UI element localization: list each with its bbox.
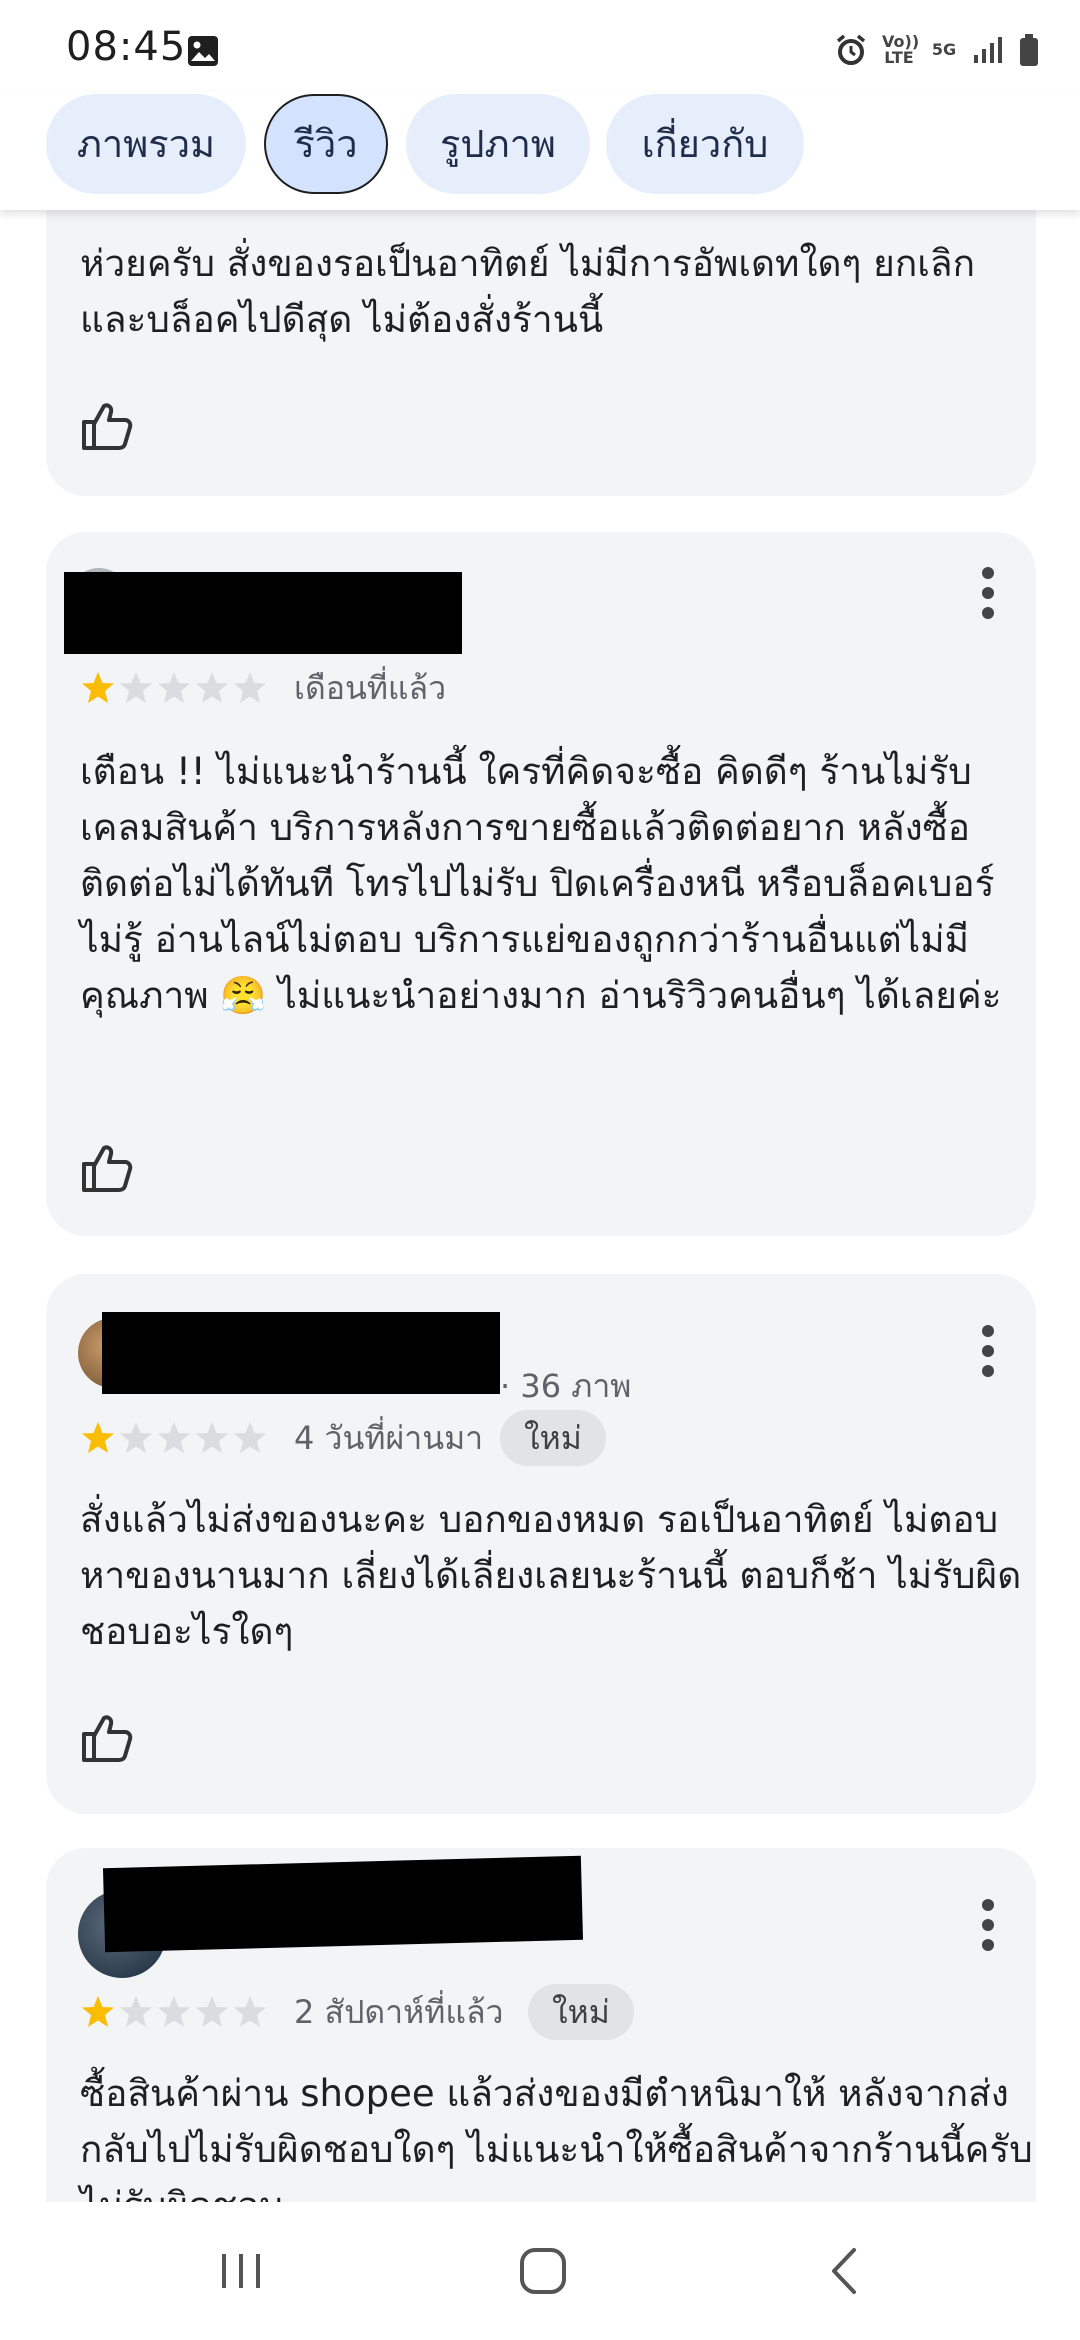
tab-reviews[interactable]: รีวิว: [264, 94, 388, 194]
review-card: ห่วยครับ สั่งของรอเป็นอาทิตย์ ไม่มีการอั…: [46, 210, 1036, 496]
status-bar: 08:45 Vo)) LTE 5G: [0, 0, 1080, 92]
alarm-icon: [836, 34, 866, 65]
review-time: 2 สัปดาห์ที่แล้ว: [294, 1993, 504, 2031]
review-card: · 36 ภาพ 4 วันที่ผ่านมา ใหม่ สั่งแล้วไม่…: [46, 1274, 1036, 1814]
more-options-icon[interactable]: [980, 1324, 996, 1378]
tab-about[interactable]: เกี่ยวกับ: [606, 94, 804, 194]
signal-icon: [974, 37, 1002, 63]
star-empty-icon: [234, 672, 266, 703]
star-filled-icon: [82, 1422, 114, 1453]
redacted-reviewer-name: [102, 1855, 584, 1953]
volte-indicator: Vo)) LTE: [882, 32, 920, 67]
thumbs-up-icon[interactable]: [78, 398, 134, 454]
gallery-notification-icon: [188, 36, 218, 66]
review-text: ซื้อสินค้าผ่าน shopee แล้วส่งของมีตำหนิม…: [80, 2072, 1033, 2202]
review-text: สั่งแล้วไม่ส่งของนะคะ บอกของหมด รอเป็นอา…: [80, 1498, 1022, 1653]
new-badge: ใหม่: [528, 1984, 634, 2040]
system-nav-bar: [0, 2202, 1080, 2340]
back-icon[interactable]: [810, 2236, 880, 2306]
star-empty-icon: [158, 1422, 190, 1453]
star-empty-icon: [234, 1422, 266, 1453]
review-text: ห่วยครับ สั่งของรอเป็นอาทิตย์ ไม่มีการอั…: [80, 242, 975, 341]
status-time: 08:45: [66, 24, 187, 70]
star-empty-icon: [158, 672, 190, 703]
tab-overview[interactable]: ภาพรวม: [46, 94, 246, 194]
reviews-list[interactable]: ห่วยครับ สั่งของรอเป็นอาทิตย์ ไม่มีการอั…: [0, 210, 1080, 2202]
star-filled-icon: [82, 672, 114, 703]
star-empty-icon: [196, 672, 228, 703]
review-text: เตือน !! ไม่แนะนำร้านนี้ ใครที่คิดจะซื้อ…: [80, 750, 1002, 1017]
redacted-reviewer-name: [102, 1312, 500, 1394]
star-rating: [80, 1994, 268, 2034]
star-rating: [80, 670, 268, 710]
star-empty-icon: [234, 1996, 266, 2027]
thumbs-up-icon[interactable]: [78, 1710, 134, 1766]
status-icons: Vo)) LTE 5G: [834, 30, 1040, 70]
star-empty-icon: [120, 1996, 152, 2027]
battery-icon: [1020, 34, 1038, 66]
star-empty-icon: [196, 1422, 228, 1453]
redacted-reviewer-name: [64, 572, 462, 654]
review-time: 4 วันที่ผ่านมา: [294, 1419, 484, 1457]
reviewer-photo-count: · 36 ภาพ: [500, 1367, 632, 1405]
review-time: เดือนที่แล้ว: [294, 669, 447, 707]
star-rating: [80, 1420, 268, 1460]
star-empty-icon: [196, 1996, 228, 2027]
home-icon[interactable]: [508, 2236, 578, 2306]
star-empty-icon: [120, 672, 152, 703]
tab-photos[interactable]: รูปภาพ: [406, 94, 590, 194]
star-empty-icon: [158, 1996, 190, 2027]
thumbs-up-icon[interactable]: [78, 1140, 134, 1196]
star-empty-icon: [120, 1422, 152, 1453]
network-5g-indicator: 5G: [931, 40, 957, 59]
more-options-icon[interactable]: [980, 1898, 996, 1952]
new-badge: ใหม่: [500, 1410, 606, 1466]
tabs-bar: ภาพรวม รีวิว รูปภาพ เกี่ยวกับ: [0, 92, 1080, 210]
review-card: เดือนที่แล้ว เตือน !! ไม่แนะนำร้านนี้ ใค…: [46, 532, 1036, 1236]
star-filled-icon: [82, 1996, 114, 2027]
review-card: 2 สัปดาห์ที่แล้ว ใหม่ ซื้อสินค้าผ่าน sho…: [46, 1848, 1036, 2202]
recent-apps-icon[interactable]: [206, 2236, 276, 2306]
more-options-icon[interactable]: [980, 566, 996, 620]
